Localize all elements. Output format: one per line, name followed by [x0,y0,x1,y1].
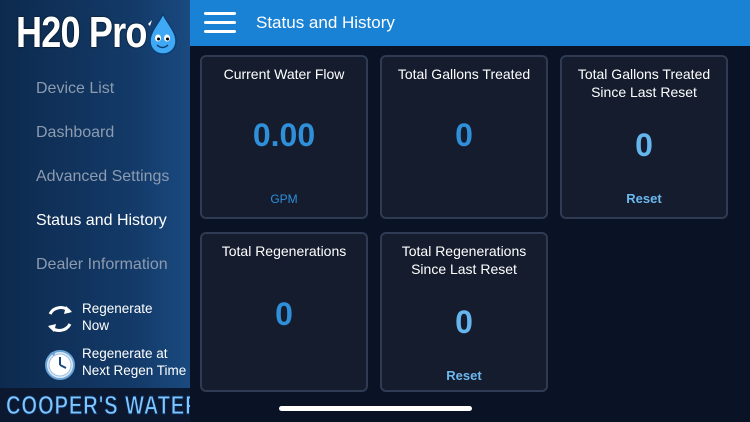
sidebar-item-dealer-information[interactable]: Dealer Information [36,256,168,274]
regenerations-since-reset-card: Total Regenerations Since Last Reset 0 R… [380,232,548,392]
sidebar-item-device-list[interactable]: Device List [36,80,114,98]
footer-logo: COOPER'S WATER [0,388,190,422]
card-title: Total Gallons Treated Since Last Reset [577,66,711,100]
reset-gallons-button[interactable]: Reset [562,191,726,206]
sidebar-item-status-and-history[interactable]: Status and History [36,212,167,230]
current-water-flow-card: Current Water Flow 0.00 GPM [200,55,368,219]
water-drop-mascot-icon [148,12,177,55]
total-gallons-card: Total Gallons Treated 0 [380,55,548,219]
card-title: Total Regenerations Since Last Reset [401,243,527,277]
flow-unit-label: GPM [270,192,298,206]
sidebar-item-advanced-settings[interactable]: Advanced Settings [36,168,169,186]
hamburger-menu-icon[interactable] [204,12,236,34]
home-indicator [279,406,472,411]
total-regenerations-value: 0 [275,296,293,332]
regenerate-now-label: Regenerate Now [82,301,153,333]
gallons-since-reset-value: 0 [635,127,653,163]
regenerate-next-time-button[interactable]: Regenerate at Next Regen Time [44,345,190,385]
brand-name: H20 Pro [16,8,147,57]
reset-regenerations-button[interactable]: Reset [382,368,546,383]
regenerate-now-button[interactable]: Regenerate Now [44,300,190,340]
card-title: Current Water Flow [223,66,345,82]
regenerations-since-reset-value: 0 [455,304,473,340]
footer-logo-text: COOPER'S WATER [6,390,190,421]
total-gallons-value: 0 [455,117,473,153]
top-bar: Status and History [190,0,750,46]
gallons-since-reset-card: Total Gallons Treated Since Last Reset 0… [560,55,728,219]
sidebar: H20 Pro Device List Dashboard Advanced S… [0,0,190,422]
sidebar-item-dashboard[interactable]: Dashboard [36,124,114,142]
total-regenerations-card: Total Regenerations 0 [200,232,368,392]
brand-logo: H20 Pro [0,0,190,66]
page-title: Status and History [256,13,395,32]
regenerate-next-time-label: Regenerate at Next Regen Time [82,346,187,378]
clock-icon [45,350,75,380]
refresh-icon [48,306,72,332]
current-flow-value: 0.00 [252,117,316,153]
card-title: Total Gallons Treated [397,66,531,82]
card-title: Total Regenerations [221,243,347,259]
